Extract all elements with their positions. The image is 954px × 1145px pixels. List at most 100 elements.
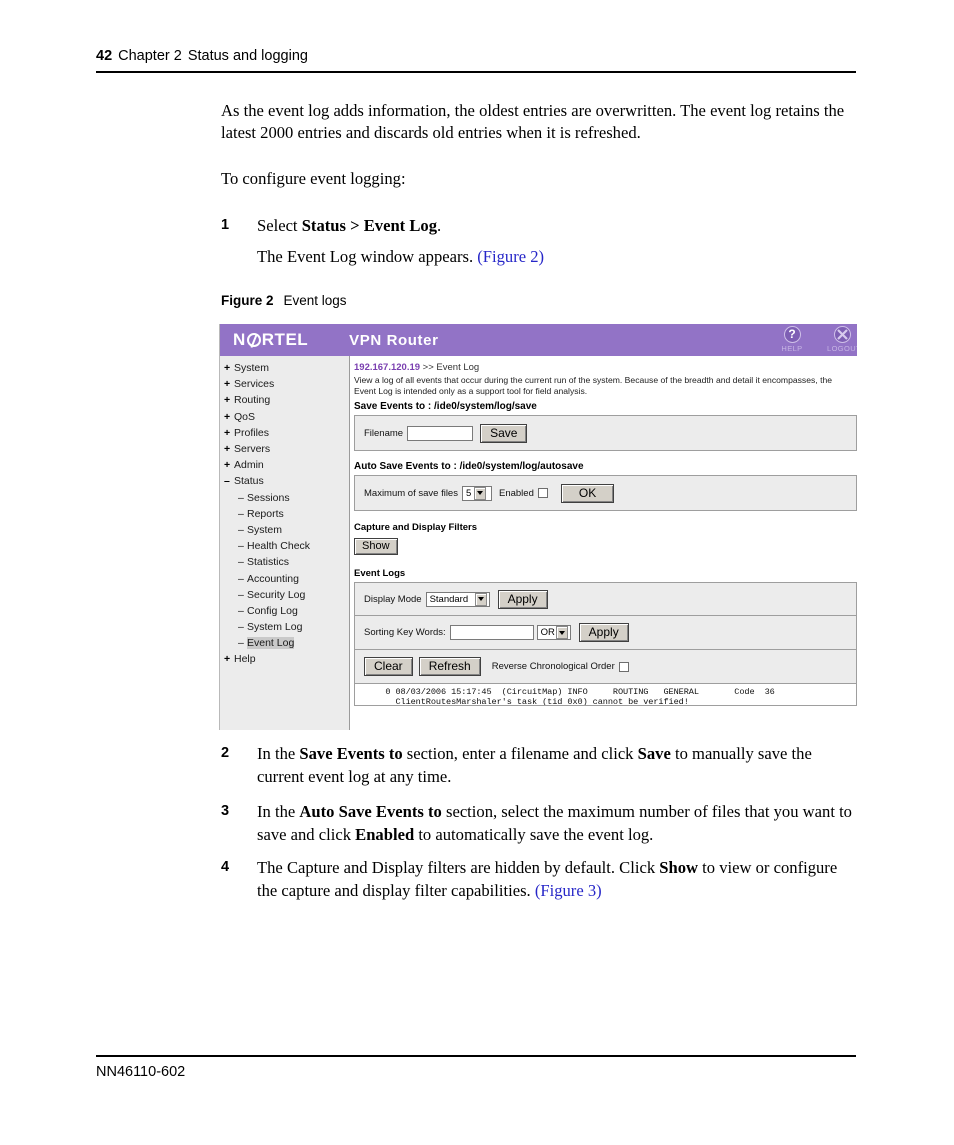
step-3-bold2: Enabled bbox=[355, 825, 415, 844]
enabled-label: Enabled bbox=[498, 487, 534, 499]
sidebar-item-services[interactable]: + Services bbox=[220, 376, 349, 392]
step-4-bold: Show bbox=[659, 858, 699, 877]
step-2-bold: Save Events to bbox=[299, 744, 403, 763]
help-button[interactable]: ? HELP bbox=[777, 326, 807, 353]
expand-collapse-icon: – bbox=[238, 507, 244, 520]
document-id: NN46110-602 bbox=[96, 1064, 186, 1080]
expand-collapse-icon: – bbox=[238, 523, 244, 536]
figure-2-link[interactable]: (Figure 2) bbox=[477, 247, 544, 266]
max-save-files-select[interactable]: 5 bbox=[461, 485, 492, 501]
save-button[interactable]: Save bbox=[480, 423, 528, 443]
step-1-text-pre: Select bbox=[257, 216, 302, 235]
paragraph-lead-in: To configure event logging: bbox=[221, 169, 406, 188]
expand-collapse-icon: + bbox=[224, 394, 231, 407]
step-1-text: Select Status > Event Log. bbox=[257, 214, 857, 237]
page-number: 42 bbox=[96, 48, 113, 64]
figure-caption: Figure 2 Event logs bbox=[221, 293, 347, 308]
reverse-order-label: Reverse Chronological Order bbox=[491, 661, 615, 672]
sidebar-item-label: Statistics bbox=[247, 556, 290, 569]
max-save-files-value: 5 bbox=[465, 487, 472, 499]
sidebar-item-label: System bbox=[247, 523, 283, 536]
step-1-subtext: The Event Log window appears. (Figure 2) bbox=[221, 247, 857, 267]
display-mode-value: Standard bbox=[429, 593, 469, 605]
expand-collapse-icon: – bbox=[238, 540, 244, 553]
sidebar-item-label: Routing bbox=[234, 394, 271, 407]
paragraph-intro: As the event log adds information, the o… bbox=[221, 101, 845, 142]
sidebar-item-qos[interactable]: + QoS bbox=[220, 409, 349, 425]
nortel-globe-icon bbox=[246, 333, 261, 347]
sidebar-item-system-log[interactable]: – System Log bbox=[220, 619, 349, 635]
sidebar-item-system[interactable]: – System bbox=[220, 522, 349, 538]
step-4-number: 4 bbox=[221, 859, 230, 875]
nortel-logo-rest: RTEL bbox=[261, 330, 309, 349]
sorting-operator-select[interactable]: OR bbox=[536, 625, 571, 640]
step-3-text-pre: In the bbox=[257, 802, 300, 821]
page-footer: NN46110-602 bbox=[96, 1055, 856, 1080]
expand-collapse-icon: – bbox=[238, 572, 244, 585]
sidebar-item-config-log[interactable]: – Config Log bbox=[220, 603, 349, 619]
sorting-keywords-input[interactable] bbox=[449, 625, 534, 640]
nortel-logo: N RTEL bbox=[233, 330, 308, 350]
sidebar-item-event-log[interactable]: – Event Log bbox=[220, 635, 349, 651]
navigation-sidebar: + System + Services + Routing + QoS + Profiles + Se… bbox=[220, 356, 350, 730]
expand-collapse-icon: + bbox=[224, 443, 231, 456]
chevron-down-icon bbox=[474, 486, 487, 500]
display-mode-select[interactable]: Standard bbox=[425, 591, 490, 607]
sidebar-item-security-log[interactable]: – Security Log bbox=[220, 587, 349, 603]
enabled-checkbox[interactable] bbox=[537, 488, 548, 498]
sidebar-item-status[interactable]: – Status bbox=[220, 473, 349, 489]
figure-3-link[interactable]: (Figure 3) bbox=[535, 881, 602, 900]
step-1-text-post: . bbox=[437, 216, 442, 235]
sidebar-item-routing[interactable]: + Routing bbox=[220, 392, 349, 408]
sidebar-item-accounting[interactable]: – Accounting bbox=[220, 570, 349, 586]
expand-collapse-icon: – bbox=[238, 491, 244, 504]
show-button[interactable]: Show bbox=[354, 538, 398, 555]
sidebar-item-statistics[interactable]: – Statistics bbox=[220, 554, 349, 570]
step-2: 2 In the Save Events to section, enter a… bbox=[221, 742, 857, 788]
sidebar-item-admin[interactable]: + Admin bbox=[220, 457, 349, 473]
step-3-number: 3 bbox=[221, 803, 230, 819]
breadcrumb: 192.167.120.19 >> Event Log bbox=[354, 362, 857, 373]
sidebar-item-health-check[interactable]: – Health Check bbox=[220, 538, 349, 554]
sidebar-item-help[interactable]: + Help bbox=[220, 651, 349, 667]
sidebar-item-reports[interactable]: – Reports bbox=[220, 506, 349, 522]
reverse-order-checkbox[interactable] bbox=[618, 661, 629, 672]
step-3-text: In the Auto Save Events to section, sele… bbox=[257, 800, 857, 846]
nortel-logo-n: N bbox=[233, 330, 246, 349]
breadcrumb-ip[interactable]: 192.167.120.19 bbox=[354, 362, 420, 373]
clear-button[interactable]: Clear bbox=[364, 657, 413, 676]
sidebar-item-profiles[interactable]: + Profiles bbox=[220, 425, 349, 441]
step-2-number: 2 bbox=[221, 745, 230, 761]
step-2-text: In the Save Events to section, enter a f… bbox=[257, 742, 857, 788]
save-events-panel: Filename Save bbox=[354, 415, 857, 451]
page-header: 42 Chapter 2 Status and logging bbox=[96, 48, 856, 73]
sidebar-item-sessions[interactable]: – Sessions bbox=[220, 490, 349, 506]
sidebar-item-servers[interactable]: + Servers bbox=[220, 441, 349, 457]
sidebar-item-label: Config Log bbox=[247, 604, 298, 617]
chevron-down-icon bbox=[474, 592, 487, 606]
log-line-2: ClientRoutesMarshaler's task (tid 0x0) c… bbox=[355, 697, 689, 706]
ok-button[interactable]: OK bbox=[560, 483, 615, 503]
log-output[interactable]: 0 08/03/2006 15:17:45 (CircuitMap) INFO … bbox=[354, 684, 857, 706]
step-2-text-mid: section, enter a filename and click bbox=[402, 744, 638, 763]
expand-collapse-icon: + bbox=[224, 653, 231, 666]
logout-button[interactable]: LOGOUT bbox=[827, 326, 857, 353]
display-mode-apply-button[interactable]: Apply bbox=[497, 589, 548, 609]
refresh-button[interactable]: Refresh bbox=[418, 657, 481, 676]
step-4: 4 The Capture and Display filters are hi… bbox=[221, 856, 857, 902]
expand-collapse-icon: – bbox=[238, 637, 244, 650]
sorting-apply-button[interactable]: Apply bbox=[578, 623, 629, 642]
expand-collapse-icon: + bbox=[224, 378, 231, 391]
sidebar-item-system[interactable]: + System bbox=[220, 360, 349, 376]
filename-input[interactable] bbox=[407, 425, 474, 441]
sidebar-item-label: Security Log bbox=[247, 588, 306, 601]
page-description: View a log of all events that occur duri… bbox=[354, 375, 833, 396]
step-3-bold: Auto Save Events to bbox=[299, 802, 442, 821]
header-icon-group: ? HELP LOGOUT bbox=[777, 326, 857, 353]
sidebar-item-label: Admin bbox=[234, 459, 264, 472]
step-4-text-pre: The Capture and Display filters are hidd… bbox=[257, 858, 660, 877]
sidebar-item-label: Sessions bbox=[247, 491, 290, 504]
display-mode-label: Display Mode bbox=[364, 593, 422, 605]
expand-collapse-icon: – bbox=[238, 588, 244, 601]
app-title: VPN Router bbox=[349, 331, 439, 349]
